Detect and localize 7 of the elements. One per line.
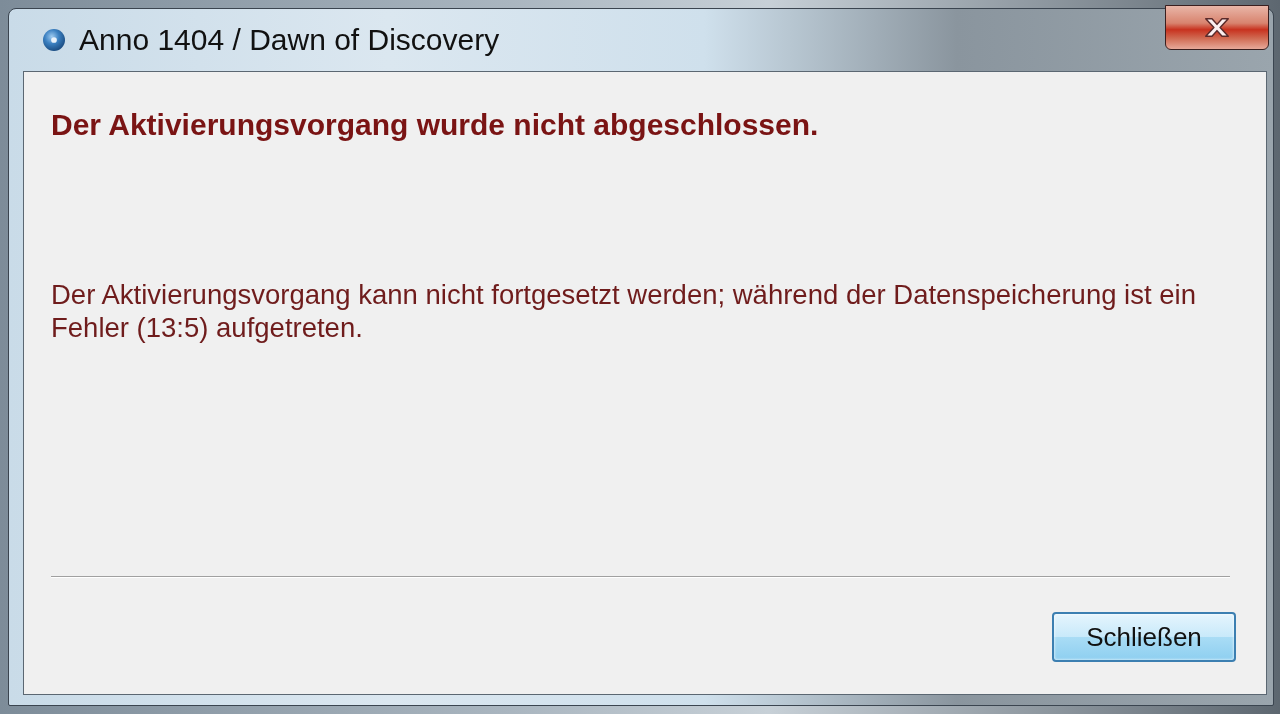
close-icon: [1202, 16, 1232, 39]
dialog-heading: Der Aktivierungsvorgang wurde nicht abgeschlossen.: [51, 108, 819, 142]
disc-icon: [43, 29, 65, 51]
error-message: Der Aktivierungsvorgang kann nicht fortgesetzt werden; während der Datenspeicherung ist ein Fehler (13:5) aufgetreten.: [51, 278, 1197, 344]
window-title: Anno 1404 / Dawn of Discovery: [79, 23, 500, 57]
close-button[interactable]: [1165, 5, 1269, 50]
close-dialog-button[interactable]: Schließen: [1052, 612, 1236, 662]
